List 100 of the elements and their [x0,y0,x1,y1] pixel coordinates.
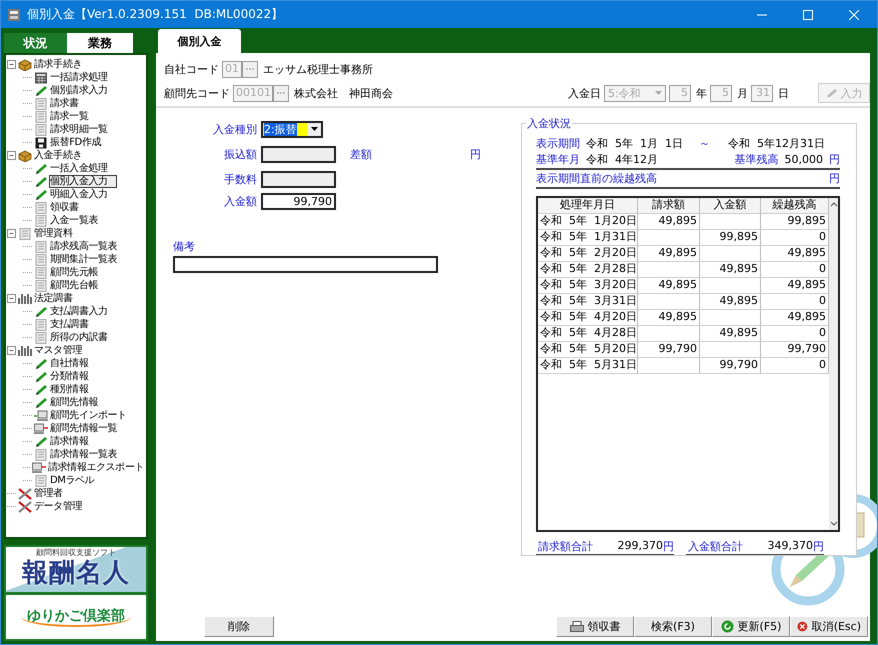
tree-item[interactable]: 期間集計一覧表 [49,253,118,266]
collapse-toggle[interactable] [7,60,16,69]
type-dropdown[interactable]: 2:振替 [261,120,323,138]
collapse-toggle[interactable] [7,294,16,303]
field-label: 顧問先コード [164,86,230,100]
column-header[interactable]: 処理年月日 [538,198,638,213]
unit-label: 円 [663,539,674,554]
printer-icon [570,620,584,632]
pencil-icon [34,396,48,408]
pencil-icon [34,84,48,96]
pencil-icon [34,306,48,318]
tree-item[interactable]: 請求一覧 [49,110,90,123]
tree-item[interactable]: 支払調書入力 [49,305,109,318]
update-button[interactable]: 更新(F5) [712,616,790,637]
tree-item[interactable]: 種別情報 [49,383,90,396]
lookup-button[interactable] [273,84,289,102]
document-icon [34,254,48,266]
table-cell: 令和 5年 2月28日 [538,262,638,277]
tree-item[interactable]: 管理資料 [33,227,74,240]
tree-item[interactable]: 請求手続き [33,58,84,71]
tree-item[interactable]: 個別請求入力 [49,84,109,97]
tree-item[interactable]: 支払調書 [49,318,90,331]
tree-item[interactable]: 請求明細一覧 [49,123,109,136]
scroll-up-icon [830,202,838,207]
company-name: エッサム税理士事務所 [263,62,373,76]
pencil-icon [34,176,48,188]
table-cell: 令和 5年 4月20日 [538,310,638,325]
document-icon [34,448,48,460]
field-label: 備考 [173,239,196,254]
unit-label: 円 [829,152,840,168]
input-field[interactable]: 99,790 [261,192,336,210]
field-label: 入金日 [568,86,601,100]
tree-item[interactable]: 分類情報 [49,370,90,383]
collapse-toggle[interactable] [7,151,16,160]
collapse-toggle[interactable] [7,346,16,355]
field-label: 自社コード [164,62,219,76]
bar-chart-icon [18,292,32,304]
note-field[interactable] [173,256,438,273]
tab[interactable]: 業務 [67,33,133,53]
document-icon [34,474,48,486]
table-cell: 令和 5年 5月31日 [538,358,638,373]
tree-item[interactable]: 一括入金処理 [49,162,109,175]
pencil-icon [34,370,48,382]
document-icon [34,214,48,226]
field-label: 差額 [350,146,373,162]
tree-item[interactable]: 振替FD作成 [49,136,102,149]
tree-item[interactable]: 顧問先情報 [49,396,100,409]
tree-item[interactable]: DMラベル [49,474,96,487]
tree-item[interactable]: 顧問先台帳 [49,279,100,292]
tree-item[interactable]: 顧問先情報一覧 [49,422,118,435]
column-header[interactable]: 請求額 [638,198,700,213]
document-icon [34,124,48,136]
minus-icon [8,61,15,68]
table-cell: 99,895 [700,230,761,245]
tree-item[interactable]: 領収書 [49,201,80,214]
tree-item[interactable]: 請求情報エクスポート [46,461,145,474]
scroll-down-icon [830,521,838,526]
refresh-icon [720,620,734,633]
lookup-button[interactable] [242,60,258,78]
tree-item[interactable]: 自社情報 [49,357,90,370]
delete-button[interactable]: 削除 [204,616,274,637]
tree-item[interactable]: 個別入金入力 [49,175,117,188]
logo-text: ゆりかご倶楽部 [21,607,131,627]
tree-item[interactable]: データ管理 [33,500,84,513]
app-icon [7,8,21,22]
tree-item[interactable]: 請求書 [49,97,80,110]
document-icon [34,110,48,122]
tab[interactable]: 個別入金 [158,29,241,53]
search-button[interactable]: 検索(F3) [634,616,712,637]
cancel-button[interactable]: 取消(Esc) [790,616,868,637]
tree-item[interactable]: 顧問先元帳 [49,266,100,279]
pencil-icon [34,162,48,174]
caret-icon [655,91,662,95]
period-end: 令和 5年12月31日 [728,136,825,152]
tree-item[interactable]: 入金手続き [33,149,84,162]
window-title: 個別入金【Ver1.0.2309.151 DB:ML00022】 [27,6,284,23]
unit-label: 円 [470,146,481,162]
tree-item[interactable]: 請求情報 [49,435,90,448]
tree-item[interactable]: 一括請求処理 [49,71,109,84]
column-header[interactable]: 入金額 [700,198,761,213]
tab[interactable]: 状況 [4,33,67,53]
table-cell: 令和 5年 1月31日 [538,230,638,245]
tree-item[interactable]: 法定調書 [33,292,74,305]
pencil-icon [34,188,48,200]
tree-item[interactable]: 所得の内訳書 [49,331,109,344]
cancel-icon [797,620,808,633]
receipt-button[interactable]: 領収書 [556,616,634,637]
tree-item[interactable]: 管理者 [33,487,64,500]
tools-icon [18,488,32,500]
tree-item[interactable]: 顧問先インポート [49,409,128,422]
tree-item[interactable]: 明細入金入力 [49,188,109,201]
collapse-toggle[interactable] [7,229,16,238]
scrollbar[interactable] [829,198,838,530]
tree-item[interactable]: マスタ管理 [33,344,84,357]
tree-item[interactable]: 請求残高一覧表 [49,240,118,253]
table-cell: 令和 5年 2月20日 [538,246,638,261]
tree-item[interactable]: 請求情報一覧表 [49,448,118,461]
pencil-icon [826,88,838,98]
pencil-icon [34,384,48,396]
tree-item[interactable]: 入金一覧表 [49,214,100,227]
